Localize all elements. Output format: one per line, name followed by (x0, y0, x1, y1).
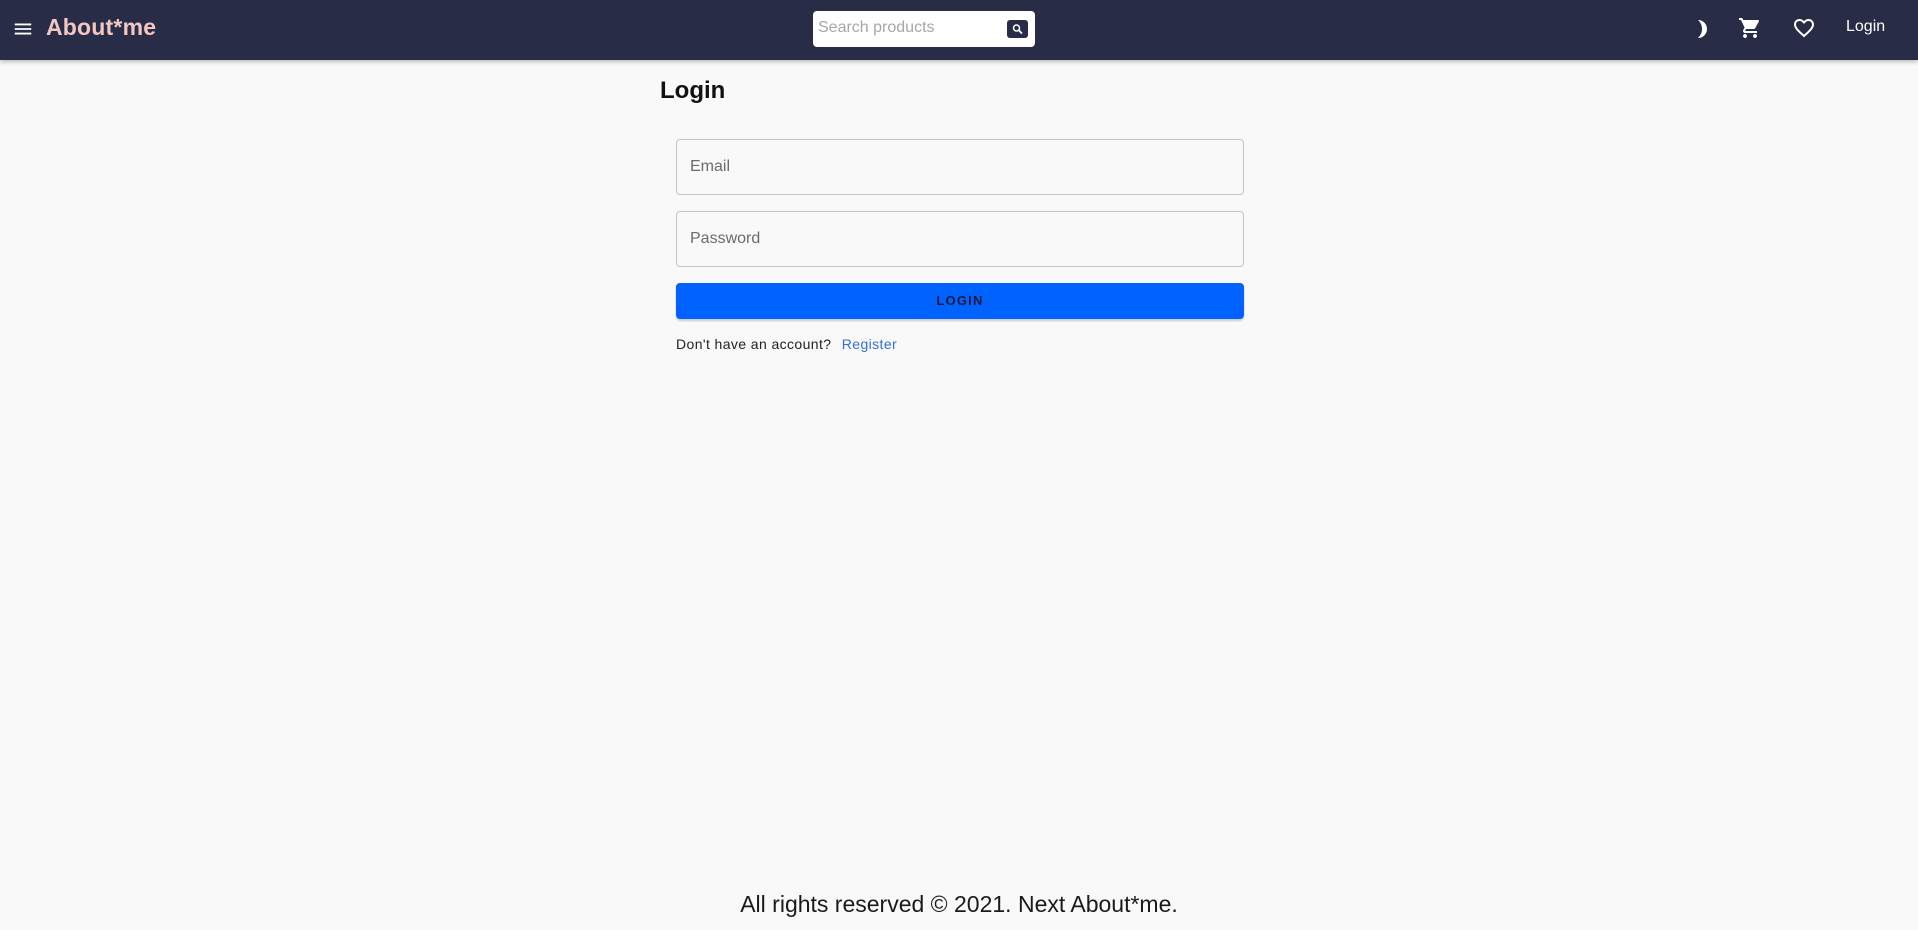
moon-icon (1698, 20, 1707, 38)
heart-icon (1794, 19, 1814, 38)
search-input[interactable] (818, 17, 998, 39)
search-button[interactable] (1007, 20, 1028, 38)
register-link[interactable]: Register (842, 336, 897, 352)
password-field[interactable] (690, 228, 1230, 250)
wishlist-button[interactable] (1792, 16, 1816, 40)
login-button[interactable]: LOGIN (676, 283, 1244, 319)
header-login-link[interactable]: Login (1846, 18, 1885, 36)
dark-mode-toggle[interactable] (1692, 17, 1714, 41)
page-title: Login (660, 77, 726, 104)
footer-text: All rights reserved © 2021. Next About*m… (740, 891, 1178, 917)
menu-icon[interactable] (12, 18, 34, 40)
search-box (813, 11, 1035, 47)
email-field[interactable] (690, 156, 1230, 178)
register-prompt: Don't have an account? (676, 336, 832, 352)
register-row: Don't have an account? Register (676, 336, 897, 352)
cart-icon (1739, 18, 1760, 38)
brand-logo[interactable]: About*me (46, 14, 156, 41)
email-field-container (676, 139, 1244, 195)
cart-button[interactable] (1738, 16, 1762, 40)
password-field-container (676, 211, 1244, 267)
app-bar: About*me Login (0, 0, 1918, 60)
search-icon (1012, 24, 1023, 34)
